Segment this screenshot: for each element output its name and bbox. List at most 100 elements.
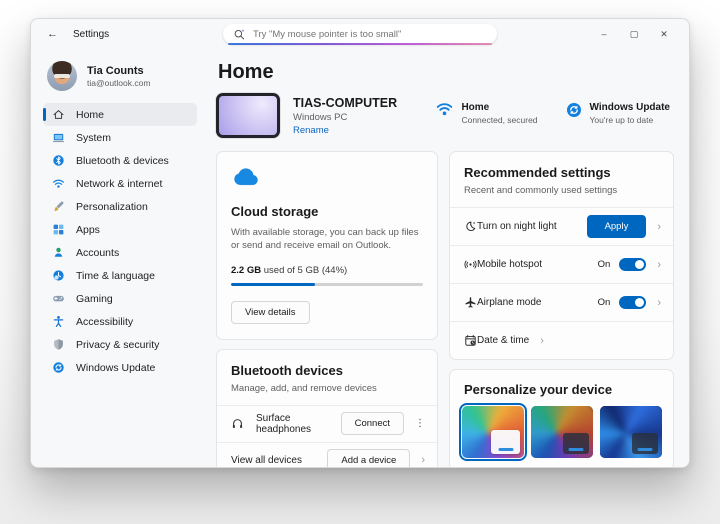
system-icon <box>52 131 65 144</box>
settings-window: ← Settings – ▢ ✕ Tia Counts <box>30 18 690 468</box>
hotspot-toggle[interactable] <box>619 258 646 271</box>
sidebar-item-label: Time & language <box>76 270 155 282</box>
sidebar-item-accounts[interactable]: Accounts <box>43 241 197 264</box>
bluetooth-card-title: Bluetooth devices <box>231 363 423 378</box>
sidebar-item-gaming[interactable]: Gaming <box>43 287 197 310</box>
add-device-button[interactable]: Add a device <box>327 449 410 468</box>
sidebar-item-windows-update[interactable]: Windows Update <box>43 356 197 379</box>
sidebar-item-network-internet[interactable]: Network & internet <box>43 172 197 195</box>
setting-row-mobile-hotspot[interactable]: Mobile hotspot On <box>450 245 673 283</box>
airplane-icon <box>464 296 477 309</box>
bluetooth-card-subtitle: Manage, add, and remove devices <box>231 383 423 394</box>
sidebar-item-label: Bluetooth & devices <box>76 155 169 167</box>
setting-row-night-light[interactable]: Turn on night light Apply <box>450 207 673 245</box>
game-controller-icon <box>52 292 65 305</box>
sidebar-item-system[interactable]: System <box>43 126 197 149</box>
windows-update-status[interactable]: Windows Update You're up to date <box>566 102 670 125</box>
shield-icon <box>52 338 65 351</box>
personalize-card: Personalize your device <box>449 369 674 468</box>
sidebar-item-label: Privacy & security <box>76 339 159 351</box>
sidebar-item-label: Personalization <box>76 201 148 213</box>
wifi-status[interactable]: Home Connected, secured <box>436 102 537 125</box>
mobile-hotspot-icon <box>464 258 477 271</box>
apps-grid-icon <box>52 223 65 236</box>
close-button[interactable]: ✕ <box>649 20 679 48</box>
sidebar-item-label: Home <box>76 109 104 121</box>
cloud-progress-fill <box>231 283 315 286</box>
search-box[interactable] <box>223 24 497 44</box>
night-light-icon <box>464 220 477 233</box>
night-light-label: Turn on night light <box>477 221 557 232</box>
page-title: Home <box>218 61 674 84</box>
cloud-storage-card: Cloud storage With available storage, yo… <box>216 151 438 340</box>
cloud-card-description: With available storage, you can back up … <box>231 226 423 253</box>
wifi-status-title: Home <box>461 102 537 113</box>
airplane-toggle-state: On <box>598 297 611 308</box>
airplane-mode-label: Airplane mode <box>477 297 541 308</box>
chevron-right-icon <box>657 221 661 233</box>
sidebar-item-bluetooth-devices[interactable]: Bluetooth & devices <box>43 149 197 172</box>
theme-thumbnail-dark-blue[interactable] <box>600 406 662 458</box>
airplane-toggle[interactable] <box>619 296 646 309</box>
connect-button[interactable]: Connect <box>341 412 404 435</box>
chevron-right-icon <box>657 259 661 271</box>
user-name: Tia Counts <box>87 65 150 77</box>
titlebar: ← Settings – ▢ ✕ <box>31 19 689 49</box>
wifi-status-subtitle: Connected, secured <box>461 115 537 125</box>
search-sparkle-icon <box>233 28 246 41</box>
cloud-usage-value: 2.2 GB <box>231 265 261 276</box>
theme-preview-window <box>491 430 520 454</box>
minimize-button[interactable]: – <box>589 20 619 48</box>
setting-row-date-time[interactable]: Date & time <box>450 321 673 359</box>
more-options-icon[interactable]: ⋮ <box>415 418 425 429</box>
theme-preview-window <box>563 433 589 454</box>
view-details-button[interactable]: View details <box>231 301 310 324</box>
windows-update-status-icon <box>566 102 582 118</box>
recommended-settings-card: Recommended settings Recent and commonly… <box>449 151 674 360</box>
sidebar-item-label: Accounts <box>76 247 119 259</box>
rename-link[interactable]: Rename <box>293 125 397 136</box>
sidebar-item-label: Apps <box>76 224 100 236</box>
sidebar-item-personalization[interactable]: Personalization <box>43 195 197 218</box>
sidebar-item-label: Network & internet <box>76 178 162 190</box>
accessibility-person-icon <box>52 315 65 328</box>
device-os: Windows PC <box>293 112 397 123</box>
apply-button[interactable]: Apply <box>587 215 647 238</box>
search-container <box>223 24 497 44</box>
bluetooth-device-row: Surface headphones Connect ⋮ <box>217 406 437 442</box>
sidebar-item-apps[interactable]: Apps <box>43 218 197 241</box>
sidebar: Tia Counts tia@outlook.com Home System B… <box>31 49 201 468</box>
theme-thumbnail-dark[interactable] <box>531 406 593 458</box>
search-input[interactable] <box>253 29 487 40</box>
view-all-devices-row[interactable]: View all devices Add a device <box>217 442 437 468</box>
view-all-devices-label: View all devices <box>231 455 302 466</box>
setting-row-airplane-mode[interactable]: Airplane mode On <box>450 283 673 321</box>
cloud-card-title: Cloud storage <box>231 204 423 219</box>
cloud-icon <box>231 167 261 186</box>
device-name: TIAS-COMPUTER <box>293 96 397 110</box>
date-time-icon <box>464 334 477 347</box>
windows-update-icon <box>52 361 65 374</box>
sidebar-item-label: Windows Update <box>76 362 155 374</box>
paintbrush-icon <box>52 200 65 213</box>
chevron-right-icon <box>657 297 661 309</box>
clock-globe-icon <box>52 269 65 282</box>
update-status-title: Windows Update <box>590 102 670 113</box>
maximize-button[interactable]: ▢ <box>619 20 649 48</box>
sidebar-item-time-language[interactable]: Time & language <box>43 264 197 287</box>
device-thumbnail <box>216 93 280 138</box>
sidebar-item-label: Accessibility <box>76 316 133 328</box>
sidebar-item-privacy-security[interactable]: Privacy & security <box>43 333 197 356</box>
personalize-card-title: Personalize your device <box>464 382 663 397</box>
cloud-usage-text: 2.2 GB used of 5 GB (44%) <box>231 265 423 276</box>
avatar <box>47 61 77 91</box>
theme-thumbnail-light[interactable] <box>462 406 524 458</box>
cloud-usage-detail: used of 5 GB (44%) <box>261 265 347 276</box>
chevron-right-icon <box>421 454 425 466</box>
cloud-progress-track <box>231 283 423 286</box>
chevron-right-icon <box>540 335 544 347</box>
user-account-block[interactable]: Tia Counts tia@outlook.com <box>43 57 197 103</box>
sidebar-item-home[interactable]: Home <box>43 103 197 126</box>
back-button[interactable]: ← <box>47 28 58 40</box>
sidebar-item-accessibility[interactable]: Accessibility <box>43 310 197 333</box>
